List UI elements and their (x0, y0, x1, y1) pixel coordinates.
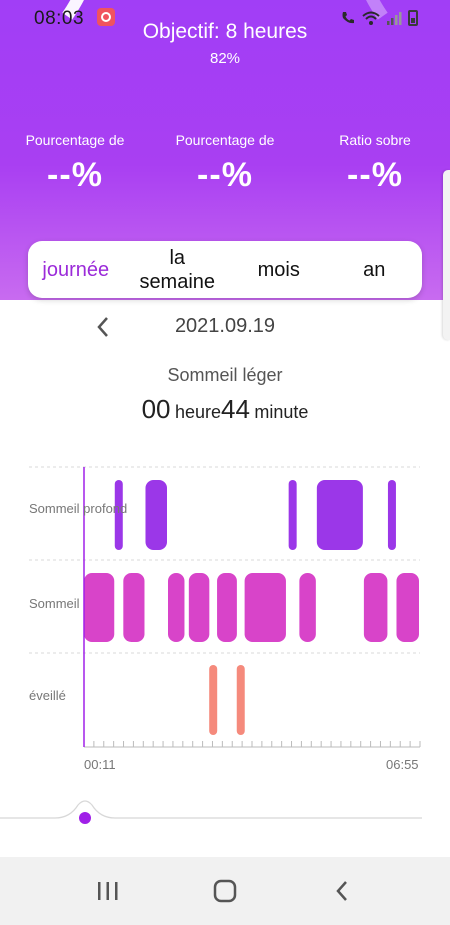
battery-icon (408, 10, 418, 26)
slider-thumb[interactable] (79, 812, 91, 824)
current-date: 2021.09.19 (174, 315, 276, 337)
segment-light (123, 573, 145, 642)
duration-hours: 00 (141, 394, 171, 424)
tab-year[interactable]: an (327, 258, 423, 282)
home-button[interactable] (205, 871, 245, 911)
tab-week[interactable]: la semaine (124, 246, 232, 294)
stat-value: --% (197, 156, 253, 194)
stat-label: Ratio sobre (339, 132, 411, 148)
segment-deep (288, 480, 297, 550)
stat-value: --% (347, 156, 403, 194)
stat-value: --% (47, 156, 103, 194)
segment-light (396, 573, 419, 642)
duration-hours-unit: heure (174, 402, 221, 422)
stat-deep-percentage: Pourcentage de --% (0, 132, 150, 195)
segment-light (84, 573, 115, 642)
selected-duration: 00 heure44 minute (0, 394, 450, 425)
segment-deep (316, 480, 363, 550)
date-navigation: 2021.09.19 (0, 312, 450, 342)
y-label-awake: éveillé (29, 688, 66, 703)
x-label-start: 00:11 (84, 757, 116, 772)
status-time: 08:03 (34, 8, 85, 29)
back-icon (335, 881, 347, 901)
status-bar: 08:03 (0, 0, 450, 36)
segment-awake (209, 665, 218, 735)
y-label-light: Sommeil (29, 596, 80, 611)
time-slider[interactable] (0, 795, 450, 835)
recent-apps-button[interactable] (88, 871, 128, 911)
segment-light (168, 573, 185, 642)
duration-minutes-unit: minute (254, 402, 309, 422)
wifi-call-icon (342, 12, 354, 24)
period-tabs: journée la semaine mois an (28, 241, 422, 298)
segment-awake (236, 665, 245, 735)
back-button[interactable] (322, 871, 362, 911)
app-notification-icon (97, 8, 115, 26)
x-label-end: 06:55 (386, 757, 419, 772)
tab-month[interactable]: mois (231, 258, 327, 282)
tab-day[interactable]: journée (28, 258, 124, 282)
duration-minutes: 44 (221, 394, 250, 424)
segment-light (217, 573, 237, 642)
stat-label: Pourcentage de (175, 132, 275, 148)
y-label-deep: Sommeil profond (29, 501, 128, 516)
recent-apps-icon (98, 882, 118, 900)
segment-deep (145, 480, 167, 550)
home-icon (213, 879, 237, 903)
segment-light (244, 573, 286, 642)
sleep-stage-chart[interactable]: Sommeil profond Sommeil éveillé 00:11 06… (0, 455, 450, 785)
segment-light (188, 573, 210, 642)
goal-percent: 82% (209, 50, 241, 67)
wifi-icon (362, 11, 380, 25)
status-icons (340, 10, 418, 26)
system-navigation-bar (0, 857, 450, 925)
stat-label: Pourcentage de (25, 132, 125, 148)
selected-stage-label: Sommeil léger (167, 365, 283, 385)
stat-sober-ratio: Ratio sobre --% (300, 132, 450, 195)
signal-icon (387, 12, 402, 25)
stat-light-percentage: Pourcentage de --% (150, 132, 300, 195)
segment-light (363, 573, 388, 642)
segment-deep (387, 480, 396, 550)
segment-light (299, 573, 316, 642)
slider-track (0, 800, 422, 819)
